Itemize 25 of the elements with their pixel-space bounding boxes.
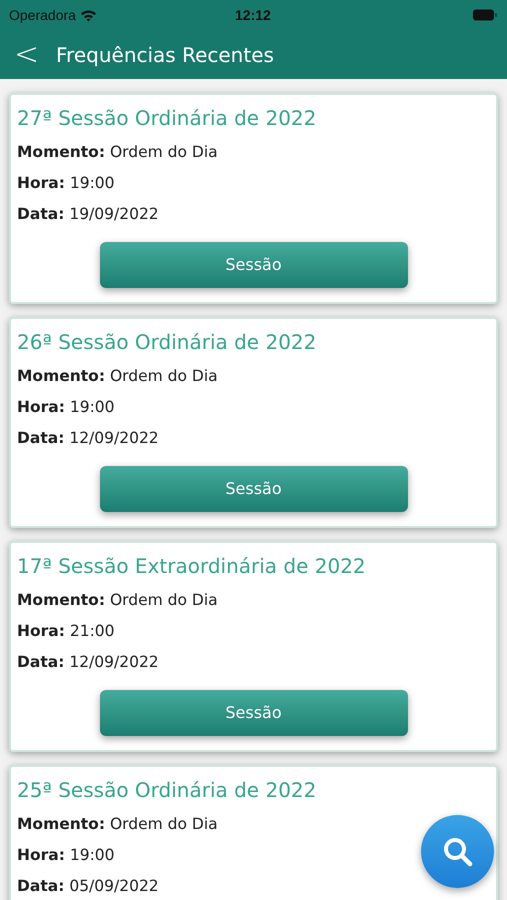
session-detail: Data: 12/09/2022 <box>17 428 159 449</box>
clock-time: 12:12 <box>235 6 271 24</box>
session-detail: Momento: Ordem do Dia <box>17 590 218 611</box>
wifi-icon <box>80 8 97 22</box>
carrier-label: Operadora <box>9 6 76 25</box>
session-detail: Hora: 19:00 <box>17 845 115 866</box>
session-detail: Data: 12/09/2022 <box>17 652 159 673</box>
session-detail: Data: 05/09/2022 <box>17 876 159 897</box>
session-button[interactable]: Sessão <box>100 466 408 512</box>
session-title: 25ª Sessão Ordinária de 2022 <box>17 777 316 803</box>
session-title: 17ª Sessão Extraordinária de 2022 <box>17 553 366 579</box>
battery-icon <box>473 9 497 21</box>
session-button[interactable]: Sessão <box>100 242 408 288</box>
session-button[interactable]: Sessão <box>100 690 408 736</box>
session-title: 27ª Sessão Ordinária de 2022 <box>17 105 316 131</box>
session-detail: Momento: Ordem do Dia <box>17 142 218 163</box>
session-detail: Momento: Ordem do Dia <box>17 814 218 835</box>
session-detail: Momento: Ordem do Dia <box>17 366 218 387</box>
session-title: 26ª Sessão Ordinária de 2022 <box>17 329 316 355</box>
page-title: Frequências Recentes <box>56 42 274 68</box>
session-detail: Hora: 19:00 <box>17 397 115 418</box>
session-detail: Data: 19/09/2022 <box>17 204 159 225</box>
back-button[interactable]: < <box>14 40 34 70</box>
session-detail: Hora: 21:00 <box>17 621 115 642</box>
session-detail: Hora: 19:00 <box>17 173 115 194</box>
